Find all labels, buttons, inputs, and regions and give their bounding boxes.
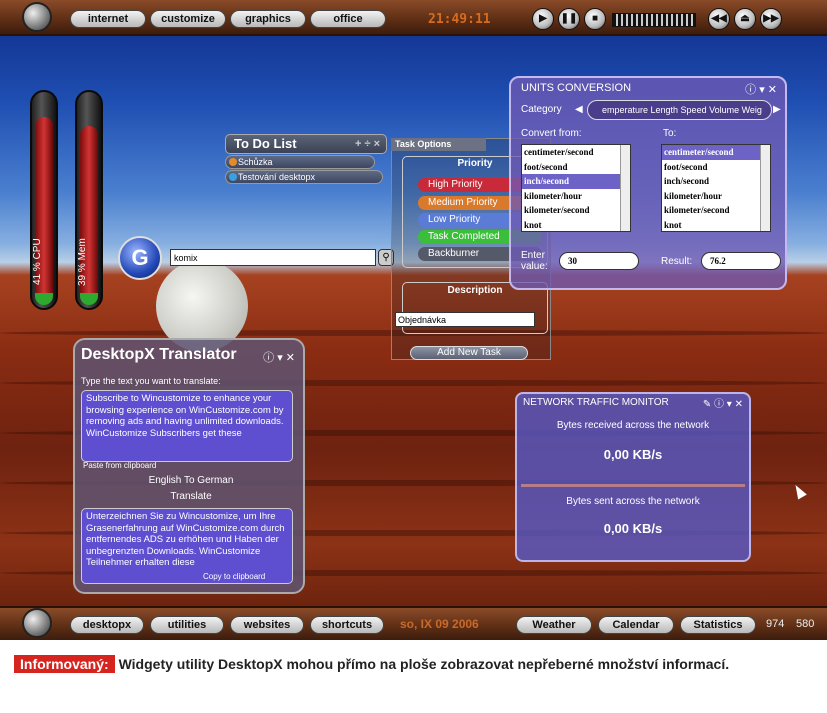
- date-display: so, IX 09 2006: [400, 617, 479, 631]
- tab-internet[interactable]: internet: [70, 10, 146, 28]
- list-item[interactable]: kilometer/second: [662, 203, 770, 218]
- stop-icon[interactable]: ■: [584, 8, 606, 30]
- cpu-gauge-label: 41 % CPU: [32, 238, 43, 286]
- translator-title: DesktopX Translator: [81, 346, 237, 363]
- list-item[interactable]: kilometer/hour: [522, 189, 630, 204]
- translator-controls-icon[interactable]: ⓘ ▾ ✕: [263, 349, 295, 365]
- mem-gauge-label: 39 % Mem: [77, 238, 88, 286]
- play-icon[interactable]: ▶: [532, 8, 554, 30]
- mem-gauge: 39 % Mem: [75, 90, 103, 310]
- todo-item-label: Testování desktopx: [238, 172, 316, 182]
- list-item[interactable]: kilometer/second: [522, 203, 630, 218]
- tab-weather[interactable]: Weather: [516, 616, 592, 634]
- list-item[interactable]: kilometer/hour: [662, 189, 770, 204]
- received-label: Bytes received across the network: [556, 420, 710, 431]
- bottom-bar: desktopx utilities websites shortcuts so…: [0, 606, 827, 640]
- translator-widget: DesktopX Translator ⓘ ▾ ✕ Type the text …: [73, 338, 305, 594]
- todo-item[interactable]: Schůzka: [225, 155, 375, 169]
- clock: 21:49:11: [428, 12, 491, 27]
- to-list[interactable]: centimeter/second foot/second inch/secon…: [661, 144, 771, 232]
- category-prev-icon[interactable]: ◀: [575, 104, 585, 116]
- result-field: 76.2: [701, 252, 781, 270]
- forward-icon[interactable]: ▶▶: [760, 8, 782, 30]
- sent-label: Bytes sent across the network: [566, 496, 700, 507]
- todo-header: To Do List + ÷ ×: [225, 134, 387, 154]
- tab-statistics[interactable]: Statistics: [680, 616, 756, 634]
- caption-tag: Informovaný:: [14, 655, 115, 673]
- list-item[interactable]: knot: [522, 218, 630, 232]
- bottom-orb-icon[interactable]: [22, 608, 52, 638]
- list-item[interactable]: foot/second: [522, 160, 630, 175]
- tab-office[interactable]: office: [310, 10, 386, 28]
- tab-customize[interactable]: customize: [150, 10, 226, 28]
- article-caption: Informovaný: Widgety utility DesktopX mo…: [0, 640, 827, 713]
- tab-graphics[interactable]: graphics: [230, 10, 306, 28]
- units-title: UNITS CONVERSION: [521, 82, 632, 94]
- copy-button[interactable]: Copy to clipboard: [203, 572, 265, 581]
- mouse-cursor-icon: [791, 482, 807, 500]
- stat-number: 974: [766, 618, 785, 630]
- enter-value-label: Enter value:: [521, 250, 548, 272]
- list-item[interactable]: knot: [662, 218, 770, 232]
- translator-instruction: Type the text you want to translate:: [81, 376, 221, 386]
- list-item[interactable]: foot/second: [662, 160, 770, 175]
- search-widget: G ⚲: [118, 236, 394, 280]
- network-title: NETWORK TRAFFIC MONITOR: [523, 397, 669, 408]
- scrollbar[interactable]: [760, 145, 770, 231]
- list-item[interactable]: inch/second: [662, 174, 770, 189]
- tab-utilities[interactable]: utilities: [150, 616, 224, 634]
- scrollbar[interactable]: [620, 145, 630, 231]
- stat-number: 580: [796, 618, 815, 630]
- cpu-gauge-base: [35, 293, 53, 305]
- google-logo-icon[interactable]: G: [118, 236, 162, 280]
- result-label: Result:: [661, 256, 693, 267]
- task-options-title: Task Options: [391, 138, 486, 151]
- tab-shortcuts[interactable]: shortcuts: [310, 616, 384, 634]
- description-input[interactable]: [395, 312, 535, 327]
- units-conversion-widget: UNITS CONVERSION ⓘ ▾ ✕ Category ◀ empera…: [509, 76, 787, 290]
- todo-controls-icon[interactable]: + ÷ ×: [355, 135, 380, 153]
- category-label: Category: [521, 104, 562, 115]
- todo-item[interactable]: Testování desktopx: [225, 170, 383, 184]
- language-selector[interactable]: English To German: [75, 475, 307, 486]
- desktop: internet customize graphics office 21:49…: [0, 0, 827, 640]
- to-label: To:: [663, 128, 677, 139]
- category-next-icon[interactable]: ▶: [773, 104, 783, 116]
- caption-text: Widgety utility DesktopX mohou přímo na …: [118, 656, 730, 672]
- add-task-button[interactable]: Add New Task: [410, 346, 528, 360]
- translator-input[interactable]: Subscribe to Wincustomize to enhance you…: [81, 390, 293, 462]
- received-value: 0,00 KB/s: [603, 447, 663, 462]
- sent-value: 0,00 KB/s: [603, 521, 663, 536]
- pause-icon[interactable]: ❚❚: [558, 8, 580, 30]
- list-item[interactable]: centimeter/second: [662, 145, 770, 160]
- paste-button[interactable]: Paste from clipboard: [83, 461, 156, 470]
- from-label: Convert from:: [521, 128, 582, 139]
- search-input[interactable]: [170, 249, 376, 266]
- caption-text-block: Informovaný: Widgety utility DesktopX mo…: [14, 653, 814, 675]
- priority-dot-icon: [229, 173, 237, 181]
- mem-gauge-base: [80, 293, 98, 305]
- priority-dot-icon: [229, 158, 237, 166]
- network-controls-icon[interactable]: ✎ ⓘ ▾ ✕: [703, 395, 743, 410]
- tab-websites[interactable]: websites: [230, 616, 304, 634]
- todo-title: To Do List: [234, 136, 297, 151]
- list-item[interactable]: centimeter/second: [522, 145, 630, 160]
- tab-calendar[interactable]: Calendar: [598, 616, 674, 634]
- list-item[interactable]: inch/second: [522, 174, 630, 189]
- network-monitor-widget: NETWORK TRAFFIC MONITOR ✎ ⓘ ▾ ✕ Bytes re…: [515, 392, 751, 562]
- enter-value-input[interactable]: 30: [559, 252, 639, 270]
- tab-desktopx[interactable]: desktopx: [70, 616, 144, 634]
- top-bar: internet customize graphics office 21:49…: [0, 0, 827, 36]
- divider: [521, 484, 745, 487]
- todo-item-label: Schůzka: [238, 157, 273, 167]
- category-selector[interactable]: emperature Length Speed Volume Weig: [587, 100, 772, 120]
- units-controls-icon[interactable]: ⓘ ▾ ✕: [745, 81, 777, 97]
- start-orb-icon[interactable]: [22, 2, 52, 32]
- cpu-gauge: 41 % CPU: [30, 90, 58, 310]
- eject-icon[interactable]: ⏏: [734, 8, 756, 30]
- translate-button[interactable]: Translate: [75, 491, 307, 502]
- volume-slider[interactable]: [612, 13, 696, 27]
- from-list[interactable]: centimeter/second foot/second inch/secon…: [521, 144, 631, 232]
- rewind-icon[interactable]: ◀◀: [708, 8, 730, 30]
